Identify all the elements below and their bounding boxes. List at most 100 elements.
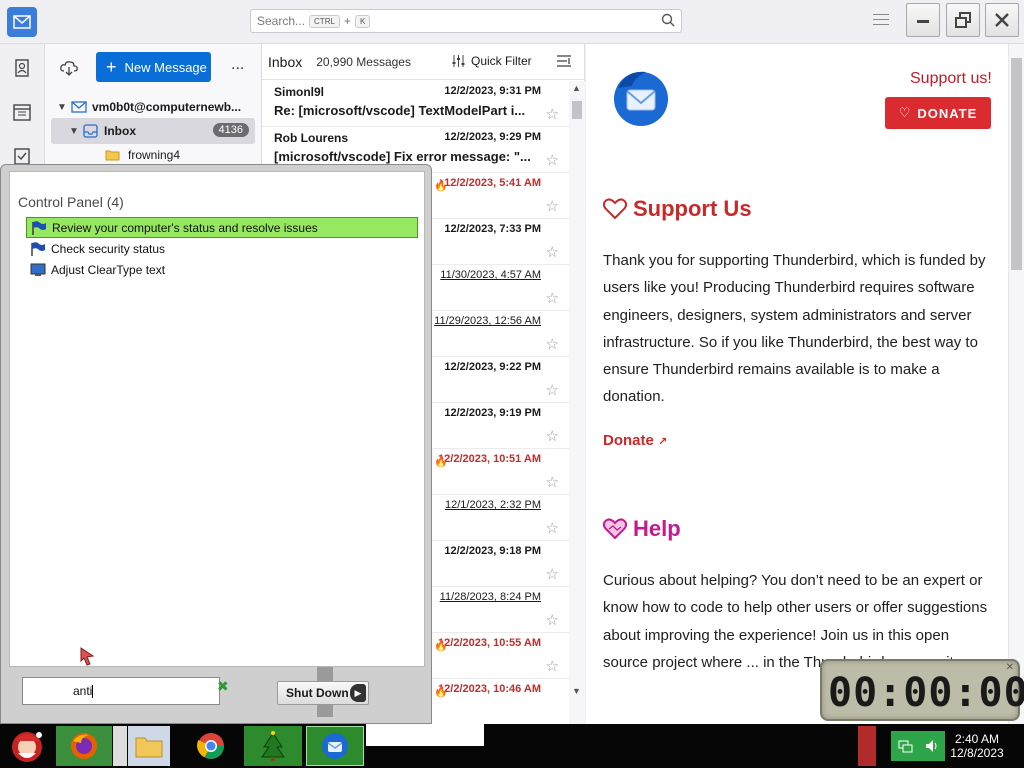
app-menu-icon[interactable] — [873, 14, 889, 29]
folder-frowning4[interactable]: frowning4 — [105, 148, 180, 162]
flame-icon: 🔥 — [434, 640, 448, 652]
taskbar-notification-flag[interactable] — [858, 726, 876, 766]
star-icon[interactable]: ☆ — [546, 151, 559, 169]
shortcut-plus: + — [343, 14, 351, 28]
thunderbird-logo — [614, 71, 668, 126]
shortcut-key-k: K — [354, 14, 371, 28]
clock-date: 12/8/2023 — [950, 746, 1004, 760]
mail-space-button[interactable] — [7, 7, 37, 37]
star-icon[interactable]: ☆ — [546, 657, 559, 675]
star-icon[interactable]: ☆ — [546, 611, 559, 629]
tasks-icon[interactable] — [12, 146, 32, 166]
folder-pane-more-button[interactable]: ... — [231, 56, 244, 74]
shutdown-options-arrow-icon[interactable]: ▶ — [350, 684, 366, 702]
taskbar-separator — [113, 726, 127, 766]
star-icon[interactable]: ☆ — [546, 565, 559, 583]
message-date: 12/2/2023, 10:51 AM — [438, 453, 541, 465]
star-icon[interactable]: ☆ — [546, 243, 559, 261]
taskbar-firefox[interactable] — [56, 726, 112, 766]
donate-button[interactable]: ♡ DONATE — [885, 97, 991, 129]
get-messages-icon[interactable] — [60, 60, 78, 76]
title-bar: Search... CTRL + K — [0, 0, 1024, 44]
inbox-icon — [83, 124, 98, 138]
message-date: 12/1/2023, 2:32 PM — [444, 499, 541, 511]
shortcut-key-ctrl: CTRL — [309, 14, 340, 28]
scrollbar-thumb[interactable] — [1011, 58, 1022, 270]
star-icon[interactable]: ☆ — [546, 197, 559, 215]
result-label: Review your computer's status and resolv… — [52, 220, 318, 235]
result-check-security[interactable]: Check security status — [26, 238, 418, 259]
heart-icon — [603, 198, 627, 220]
taskbar-thunderbird[interactable] — [306, 726, 364, 766]
support-us-heading: Support Us — [603, 196, 752, 222]
filter-icon — [452, 55, 465, 67]
message-list-scrollbar[interactable]: ▲ ▼ — [569, 81, 585, 724]
star-icon[interactable]: ☆ — [546, 427, 559, 445]
star-icon[interactable]: ☆ — [546, 381, 559, 399]
volume-icon[interactable] — [924, 738, 940, 754]
quick-filter-button[interactable]: Quick Filter — [452, 54, 532, 68]
star-icon[interactable]: ☆ — [546, 105, 559, 123]
minimize-button[interactable] — [906, 3, 940, 37]
inbox-label: Inbox — [104, 124, 136, 138]
account-row[interactable]: ▼ vm0b0t@computernewb... — [57, 96, 257, 118]
star-icon[interactable]: ☆ — [546, 519, 559, 537]
result-cleartype[interactable]: Adjust ClearType text — [26, 259, 418, 280]
network-icon[interactable] — [897, 738, 913, 754]
folder-icon — [105, 150, 120, 161]
scrollbar-thumb[interactable] — [572, 101, 582, 119]
close-button[interactable] — [985, 3, 1019, 37]
start-search-input[interactable]: anti — [22, 677, 220, 705]
heart-icon: ♡ — [898, 105, 912, 120]
scroll-up-icon[interactable]: ▲ — [572, 83, 581, 93]
message-sender: Rob Lourens — [274, 131, 348, 145]
message-date: 12/2/2023, 9:29 PM — [444, 131, 541, 143]
message-date: 11/28/2023, 8:24 PM — [439, 591, 541, 603]
taskbar-blank-window[interactable] — [366, 724, 484, 746]
message-pane-scrollbar[interactable] — [1008, 44, 1024, 724]
folder-inbox[interactable]: ▼ Inbox 4136 — [51, 118, 255, 144]
start-search-value: anti — [73, 684, 93, 698]
message-date: 12/2/2023, 9:31 PM — [444, 85, 541, 97]
restore-button[interactable] — [946, 3, 980, 37]
message-date: 11/29/2023, 12:56 AM — [434, 315, 541, 327]
calendar-icon[interactable] — [12, 102, 32, 122]
search-placeholder: Search... — [257, 14, 306, 28]
new-message-button[interactable]: + New Message — [96, 52, 211, 82]
help-heading: Help — [603, 516, 681, 542]
star-icon[interactable]: ☆ — [546, 289, 559, 307]
stopwatch-gadget[interactable]: 00:00:00 ✕ — [820, 659, 1024, 721]
message-subject: Re: [microsoft/vscode] TextModelPart i..… — [274, 103, 526, 118]
star-icon[interactable]: ☆ — [546, 473, 559, 491]
taskbar-chrome[interactable] — [190, 726, 232, 766]
taskbar-explorer[interactable] — [128, 726, 170, 766]
result-review-status[interactable]: Review your computer's status and resolv… — [26, 217, 418, 238]
message-count: 20,990 Messages — [316, 54, 411, 69]
santa-start-icon — [12, 732, 42, 762]
message-row[interactable]: Simonl9l 12/2/2023, 9:31 PM Re: [microsof… — [262, 81, 569, 127]
support-us-link[interactable]: Support us! — [910, 70, 992, 88]
folder-label: frowning4 — [128, 148, 181, 162]
system-tray — [891, 731, 945, 761]
list-layout-icon[interactable] — [557, 54, 571, 68]
taskbar-clock[interactable]: 2:40 AM 12/8/2023 — [945, 732, 1009, 760]
flame-icon: 🔥 — [434, 456, 448, 468]
flame-icon: 🔥 — [434, 686, 448, 698]
close-gadget-icon[interactable]: ✕ — [1006, 662, 1014, 673]
message-sender: Simonl9l — [274, 85, 325, 99]
message-date: 12/2/2023, 10:55 AM — [438, 637, 541, 649]
clear-search-icon[interactable]: ✖ — [217, 678, 229, 695]
taskbar — [0, 724, 1024, 768]
start-button[interactable] — [4, 726, 50, 766]
donate-link[interactable]: Donate ↗ — [603, 432, 667, 449]
search-input[interactable]: Search... CTRL + K — [250, 9, 682, 33]
address-book-icon[interactable] — [12, 58, 32, 78]
star-icon[interactable]: ☆ — [546, 335, 559, 353]
scroll-down-icon[interactable]: ▼ — [572, 686, 581, 696]
firefox-icon — [71, 733, 97, 759]
action-center-flag-icon — [31, 220, 47, 235]
message-subject: [microsoft/vscode] Fix error message: ".… — [274, 149, 531, 164]
shut-down-button[interactable]: Shut Down ▶ — [277, 681, 369, 705]
donate-button-label: DONATE — [917, 105, 978, 121]
taskbar-christmas-tree[interactable] — [244, 726, 302, 766]
